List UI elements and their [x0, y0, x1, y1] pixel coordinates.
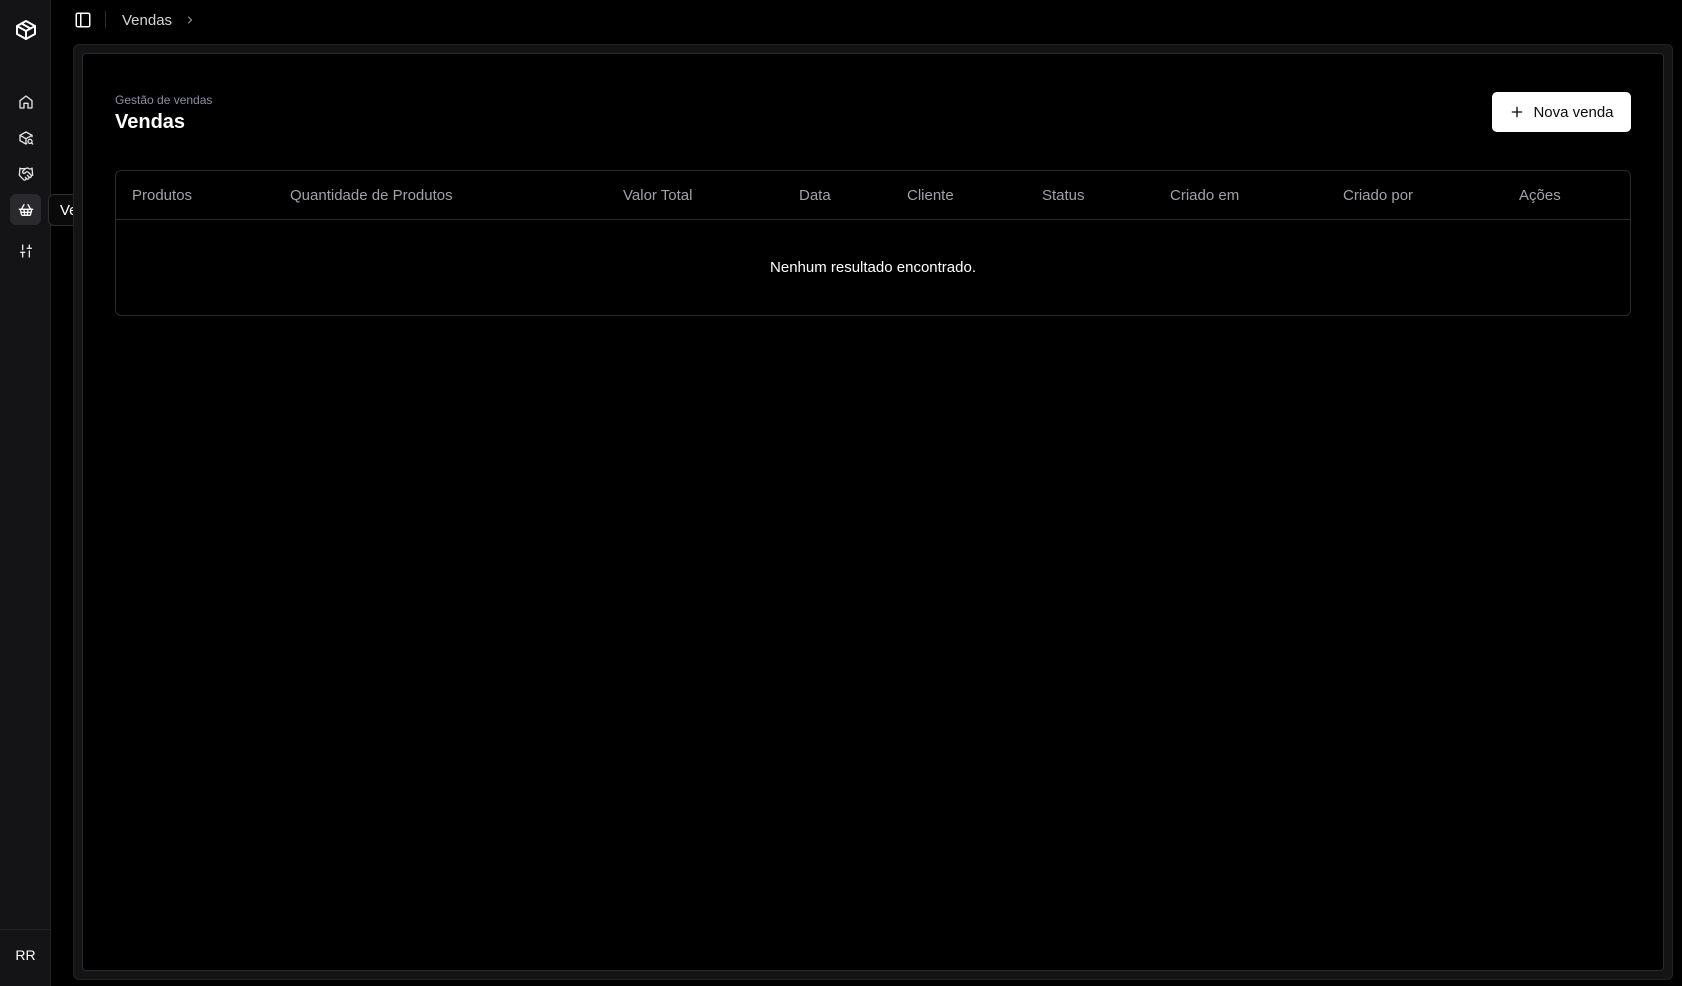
breadcrumb-item-sales[interactable]: Vendas — [122, 12, 172, 29]
sales-table: Produtos Quantidade de Produtos Valor To… — [115, 170, 1631, 316]
sidebar-item-clients[interactable] — [10, 158, 41, 189]
column-header-products[interactable]: Produtos — [132, 171, 192, 220]
sidebar: RR — [0, 0, 51, 986]
box-icon[interactable] — [12, 16, 40, 44]
column-header-actions: Ações — [1519, 187, 1561, 204]
sidebar-item-sales[interactable] — [10, 194, 41, 225]
column-header-date[interactable]: Data — [799, 171, 831, 220]
column-header-status[interactable]: Status — [1042, 171, 1085, 220]
chevron-right-icon — [188, 16, 193, 24]
sidebar-item-settings[interactable] — [10, 235, 41, 266]
panel-left-icon — [75, 12, 91, 28]
sidebar-item-products[interactable] — [10, 122, 41, 153]
handshake-icon — [18, 166, 33, 181]
column-header-created-at[interactable]: Criado em — [1170, 171, 1239, 220]
new-sale-button-label: Nova venda — [1533, 103, 1614, 121]
sidebar-divider — [0, 929, 51, 930]
column-header-product-quantity[interactable]: Quantidade de Produtos — [290, 171, 453, 220]
table-header: Produtos Quantidade de Produtos Valor To… — [116, 171, 1630, 220]
package-search-icon — [18, 130, 33, 145]
plus-icon — [1512, 106, 1523, 118]
sidebar-toggle-button[interactable] — [73, 10, 93, 30]
page-title: Vendas — [115, 111, 186, 133]
avatar[interactable]: RR — [8, 943, 43, 967]
shopping-basket-icon — [18, 203, 33, 216]
main-panel: Gestão de vendas Vendas Nova venda Produ… — [82, 53, 1664, 971]
column-header-created-by[interactable]: Criado por — [1343, 171, 1413, 220]
breadcrumb: Vendas — [122, 11, 196, 29]
topbar-separator — [105, 11, 106, 28]
page-subtitle: Gestão de vendas — [115, 93, 213, 107]
column-header-client[interactable]: Cliente — [907, 171, 954, 220]
home-icon — [18, 94, 33, 109]
empty-state-message: Nenhum resultado encontrado. — [770, 259, 976, 276]
sliders-icon — [19, 243, 32, 258]
column-header-total-value[interactable]: Valor Total — [623, 171, 693, 220]
topbar: Vendas — [51, 0, 1682, 40]
new-sale-button[interactable]: Nova venda — [1492, 92, 1631, 132]
sidebar-item-home[interactable] — [10, 86, 41, 117]
